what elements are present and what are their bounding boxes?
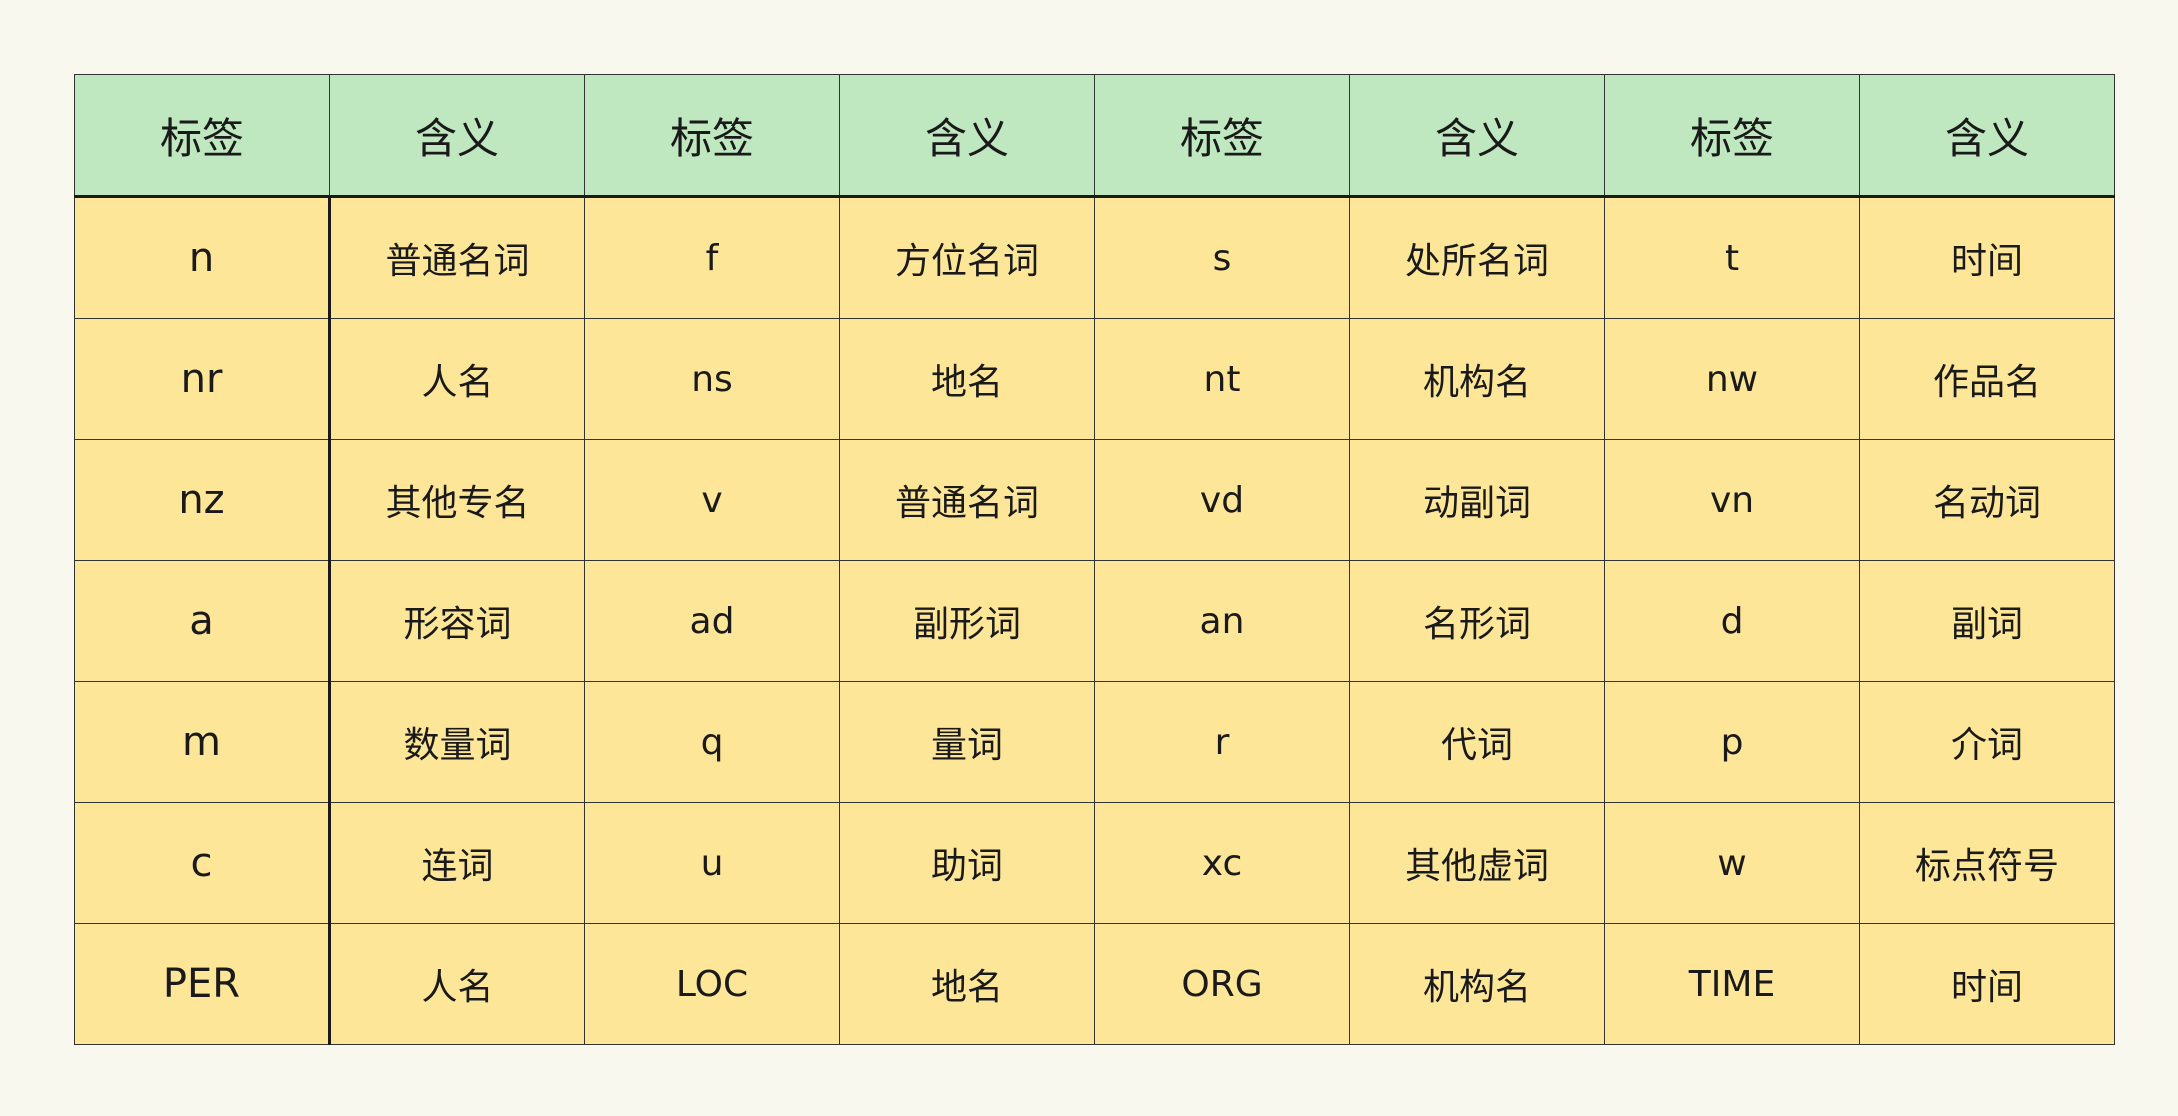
tag-cell: r (1094, 681, 1350, 803)
tag-cell: v (584, 439, 840, 561)
meaning-cell: 时间 (1859, 923, 2115, 1045)
tag-cell: PER (74, 923, 331, 1045)
meaning-cell: 动副词 (1349, 439, 1605, 561)
table-body: n 普通名词 f 方位名词 s 处所名词 t 时间 nr 人名 ns 地名 nt… (74, 196, 2115, 1045)
header-cell-tag: 标签 (1094, 74, 1350, 198)
header-row: 标签 含义 标签 含义 标签 含义 标签 含义 (74, 74, 2115, 198)
tag-cell: t (1604, 196, 1860, 319)
table-row: nr 人名 ns 地名 nt 机构名 nw 作品名 (74, 318, 2115, 440)
table-row: PER 人名 LOC 地名 ORG 机构名 TIME 时间 (74, 923, 2115, 1045)
meaning-cell: 介词 (1859, 681, 2115, 803)
tag-cell: d (1604, 560, 1860, 682)
header-cell-tag: 标签 (584, 74, 840, 198)
meaning-cell: 连词 (329, 802, 585, 924)
table-header: 标签 含义 标签 含义 标签 含义 标签 含义 (74, 74, 2115, 198)
meaning-cell: 助词 (839, 802, 1095, 924)
tag-cell: q (584, 681, 840, 803)
meaning-cell: 人名 (329, 923, 585, 1045)
meaning-cell: 标点符号 (1859, 802, 2115, 924)
meaning-cell: 普通名词 (329, 196, 585, 319)
tag-cell: xc (1094, 802, 1350, 924)
meaning-cell: 地名 (839, 923, 1095, 1045)
meaning-cell: 名动词 (1859, 439, 2115, 561)
meaning-cell: 方位名词 (839, 196, 1095, 319)
tag-cell: TIME (1604, 923, 1860, 1045)
tag-cell: nt (1094, 318, 1350, 440)
tag-cell: an (1094, 560, 1350, 682)
meaning-cell: 处所名词 (1349, 196, 1605, 319)
meaning-cell: 机构名 (1349, 923, 1605, 1045)
header-cell-meaning: 含义 (839, 74, 1095, 198)
meaning-cell: 名形词 (1349, 560, 1605, 682)
header-cell-meaning: 含义 (1349, 74, 1605, 198)
meaning-cell: 人名 (329, 318, 585, 440)
meaning-cell: 代词 (1349, 681, 1605, 803)
meaning-cell: 作品名 (1859, 318, 2115, 440)
pos-tag-table: 标签 含义 标签 含义 标签 含义 标签 含义 n 普通名词 f 方位名词 s … (74, 74, 2115, 1045)
meaning-cell: 副形词 (839, 560, 1095, 682)
tag-cell: p (1604, 681, 1860, 803)
tag-cell: u (584, 802, 840, 924)
header-cell-meaning: 含义 (1859, 74, 2115, 198)
tag-cell: m (74, 681, 331, 803)
meaning-cell: 量词 (839, 681, 1095, 803)
meaning-cell: 时间 (1859, 196, 2115, 319)
header-cell-meaning: 含义 (329, 74, 585, 198)
tag-cell: nr (74, 318, 331, 440)
meaning-cell: 地名 (839, 318, 1095, 440)
meaning-cell: 数量词 (329, 681, 585, 803)
tag-cell: ns (584, 318, 840, 440)
tag-cell: ad (584, 560, 840, 682)
tag-cell: vn (1604, 439, 1860, 561)
table-row: nz 其他专名 v 普通名词 vd 动副词 vn 名动词 (74, 439, 2115, 561)
meaning-cell: 普通名词 (839, 439, 1095, 561)
tag-cell: a (74, 560, 331, 682)
tag-cell: vd (1094, 439, 1350, 561)
table-row: a 形容词 ad 副形词 an 名形词 d 副词 (74, 560, 2115, 682)
header-cell-tag: 标签 (1604, 74, 1860, 198)
table-row: n 普通名词 f 方位名词 s 处所名词 t 时间 (74, 196, 2115, 319)
table-row: m 数量词 q 量词 r 代词 p 介词 (74, 681, 2115, 803)
tag-cell: nz (74, 439, 331, 561)
tag-cell: f (584, 196, 840, 319)
meaning-cell: 机构名 (1349, 318, 1605, 440)
tag-cell: w (1604, 802, 1860, 924)
tag-cell: s (1094, 196, 1350, 319)
meaning-cell: 其他虚词 (1349, 802, 1605, 924)
tag-cell: c (74, 802, 331, 924)
meaning-cell: 形容词 (329, 560, 585, 682)
tag-cell: nw (1604, 318, 1860, 440)
tag-cell: LOC (584, 923, 840, 1045)
tag-cell: n (74, 196, 331, 319)
tag-cell: ORG (1094, 923, 1350, 1045)
header-cell-tag: 标签 (74, 74, 330, 198)
meaning-cell: 副词 (1859, 560, 2115, 682)
table-row: c 连词 u 助词 xc 其他虚词 w 标点符号 (74, 802, 2115, 924)
meaning-cell: 其他专名 (329, 439, 585, 561)
